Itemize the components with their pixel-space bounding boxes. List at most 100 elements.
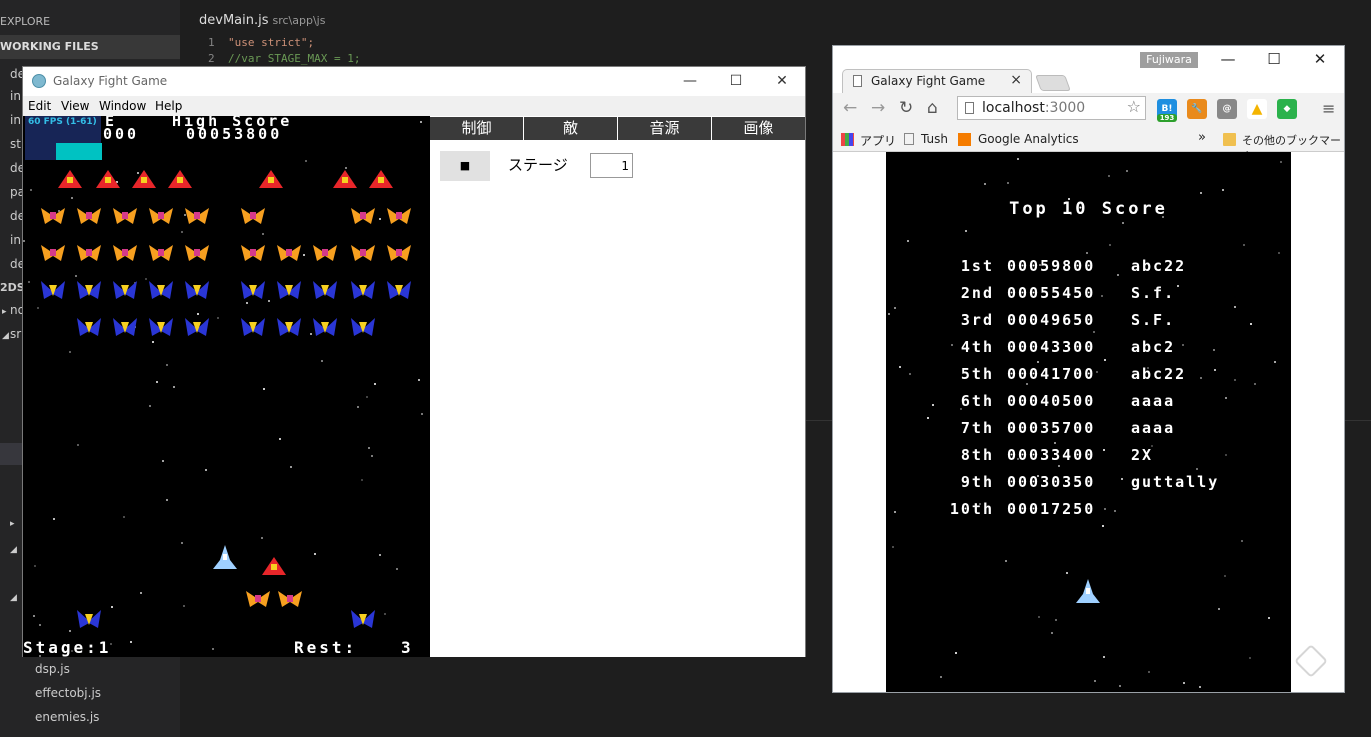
blue-enemy-sprite bbox=[351, 281, 375, 299]
mail-extension-icon[interactable]: @ bbox=[1217, 99, 1237, 119]
code-line[interactable]: 1 "use strict"; bbox=[208, 36, 314, 49]
blue-enemy-sprite bbox=[113, 281, 137, 299]
menu-window[interactable]: Window bbox=[99, 99, 146, 113]
blue-enemy-sprite bbox=[77, 610, 101, 628]
maximize-button[interactable]: ☐ bbox=[713, 67, 759, 96]
working-file-item[interactable]: in bbox=[10, 113, 21, 127]
new-tab-button[interactable] bbox=[1035, 75, 1071, 91]
extension-label: ◆ bbox=[1283, 104, 1291, 114]
address-bar[interactable]: localhost:3000 ☆ bbox=[957, 96, 1146, 120]
feedly-extension-icon[interactable]: ◆ bbox=[1277, 99, 1297, 119]
tab-image[interactable]: 画像 bbox=[712, 117, 805, 140]
enemy-formation bbox=[41, 170, 411, 628]
blue-enemy-sprite bbox=[387, 281, 411, 299]
chevron-down-icon[interactable]: ◢ bbox=[2, 331, 9, 341]
orange-enemy-sprite bbox=[313, 245, 337, 261]
game-window-titlebar[interactable]: Galaxy Fight Game — ☐ ✕ bbox=[23, 67, 805, 96]
bookmark-star-icon[interactable]: ☆ bbox=[1127, 97, 1141, 116]
menu-bar: Edit View Window Help bbox=[23, 96, 805, 116]
tab-enemy[interactable]: 敵 bbox=[524, 117, 618, 140]
home-icon[interactable]: ⌂ bbox=[927, 98, 938, 118]
stage-input[interactable] bbox=[590, 153, 633, 178]
back-arrow-icon[interactable]: ← bbox=[843, 98, 857, 118]
bookmark-apps[interactable]: アプリ bbox=[860, 132, 896, 149]
blue-enemy-sprite bbox=[351, 318, 375, 336]
game-canvas[interactable]: 60 FPS (1-61) E 000 High Score 00053800 … bbox=[23, 116, 430, 657]
orange-enemy-sprite bbox=[77, 245, 101, 261]
game-window: Galaxy Fight Game — ☐ ✕ Edit View Window… bbox=[22, 66, 806, 657]
player-ship-sprite bbox=[213, 545, 237, 569]
menu-edit[interactable]: Edit bbox=[28, 99, 51, 113]
tree-selected-row[interactable] bbox=[0, 443, 22, 465]
url-port: :3000 bbox=[1044, 100, 1086, 116]
page-icon bbox=[853, 75, 862, 87]
chevron-down-icon[interactable]: ◢ bbox=[10, 545, 17, 555]
browser-tab[interactable]: Galaxy Fight Game × bbox=[842, 69, 1032, 93]
tab-close-icon[interactable]: × bbox=[1010, 72, 1022, 88]
url-text: localhost:3000 bbox=[982, 100, 1085, 116]
player-ship-sprite bbox=[1076, 579, 1100, 603]
working-file-item[interactable]: in bbox=[10, 89, 21, 103]
bookmarks-bar: アプリ Tush Google Analytics » その他のブックマーク bbox=[833, 127, 1344, 163]
hatena-count-badge: 193 bbox=[1157, 114, 1177, 122]
minimize-button[interactable]: — bbox=[667, 67, 713, 96]
browser-menu-icon[interactable]: ≡ bbox=[1322, 99, 1335, 118]
red-enemy-sprite bbox=[333, 170, 357, 188]
orange-enemy-sprite bbox=[351, 208, 375, 224]
minimize-button[interactable]: — bbox=[1205, 50, 1251, 68]
tab-control[interactable]: 制御 bbox=[430, 117, 524, 140]
orange-enemy-sprite bbox=[277, 245, 301, 261]
close-button[interactable]: ✕ bbox=[759, 67, 805, 96]
chevron-down-icon[interactable]: ◢ bbox=[10, 593, 17, 603]
code-text: "use strict"; bbox=[228, 36, 315, 49]
editor-tab[interactable]: devMain.js src\app\js bbox=[199, 13, 325, 28]
page-info-icon[interactable] bbox=[965, 102, 974, 114]
extension-count: 193 bbox=[1159, 114, 1175, 122]
code-line[interactable]: 2 //var STAGE_MAX = 1; bbox=[208, 52, 360, 65]
forward-arrow-icon[interactable]: → bbox=[871, 98, 885, 118]
red-enemy-sprite bbox=[168, 170, 192, 188]
blue-enemy-sprite bbox=[351, 610, 375, 628]
working-file-item[interactable]: st bbox=[10, 137, 21, 151]
close-button[interactable]: ✕ bbox=[1297, 50, 1343, 68]
analytics-icon bbox=[958, 133, 971, 146]
chevron-right-icon[interactable]: ▸ bbox=[10, 519, 15, 529]
tab-sound[interactable]: 音源 bbox=[618, 117, 712, 140]
apps-grid-icon bbox=[841, 133, 854, 146]
red-enemy-sprite bbox=[58, 170, 82, 188]
red-enemy-sprite bbox=[262, 557, 286, 575]
electron-app-icon bbox=[32, 74, 46, 88]
bookmark-tush[interactable]: Tush bbox=[921, 132, 948, 146]
working-files-header[interactable]: WORKING FILES bbox=[0, 35, 180, 59]
blue-enemy-sprite bbox=[77, 318, 101, 336]
bookmarks-overflow-chevron[interactable]: » bbox=[1198, 130, 1206, 145]
stop-button[interactable]: ■ bbox=[440, 151, 490, 181]
orange-enemy-sprite bbox=[387, 245, 411, 261]
chevron-right-icon[interactable]: ▸ bbox=[2, 307, 7, 317]
blue-enemy-sprite bbox=[241, 318, 265, 336]
file-item-effectobj[interactable]: effectobj.js bbox=[35, 686, 101, 700]
stage-label: ステージ bbox=[508, 156, 568, 174]
orange-enemy-sprite bbox=[351, 245, 375, 261]
bookmark-analytics[interactable]: Google Analytics bbox=[978, 132, 1079, 146]
menu-help[interactable]: Help bbox=[155, 99, 182, 113]
blue-enemy-sprite bbox=[277, 281, 301, 299]
feedly-mini-icon[interactable] bbox=[1294, 644, 1328, 678]
profile-badge[interactable]: Fujiwara bbox=[1140, 52, 1198, 68]
working-file-item[interactable]: in bbox=[10, 233, 21, 247]
google-drive-icon[interactable]: ▲ bbox=[1247, 99, 1267, 119]
orange-enemy-sprite bbox=[41, 245, 65, 261]
browser-game-canvas[interactable]: Top 10 Score 1st 00059800 abc22 2nd 00055450… bbox=[886, 152, 1291, 692]
menu-view[interactable]: View bbox=[61, 99, 89, 113]
editor-tab-filename: devMain.js bbox=[199, 13, 269, 28]
extension-label: ▲ bbox=[1251, 101, 1263, 117]
file-item-dsp[interactable]: dsp.js bbox=[35, 662, 70, 676]
blue-enemy-sprite bbox=[313, 281, 337, 299]
file-item-enemies[interactable]: enemies.js bbox=[35, 710, 99, 724]
line-number: 2 bbox=[208, 52, 215, 65]
reload-icon[interactable]: ↻ bbox=[899, 98, 913, 118]
tree-folder-item[interactable]: sr bbox=[10, 327, 21, 341]
tools-extension-icon[interactable]: 🔧 bbox=[1187, 99, 1207, 119]
orange-enemy-sprite bbox=[149, 245, 173, 261]
maximize-button[interactable]: ☐ bbox=[1251, 50, 1297, 68]
